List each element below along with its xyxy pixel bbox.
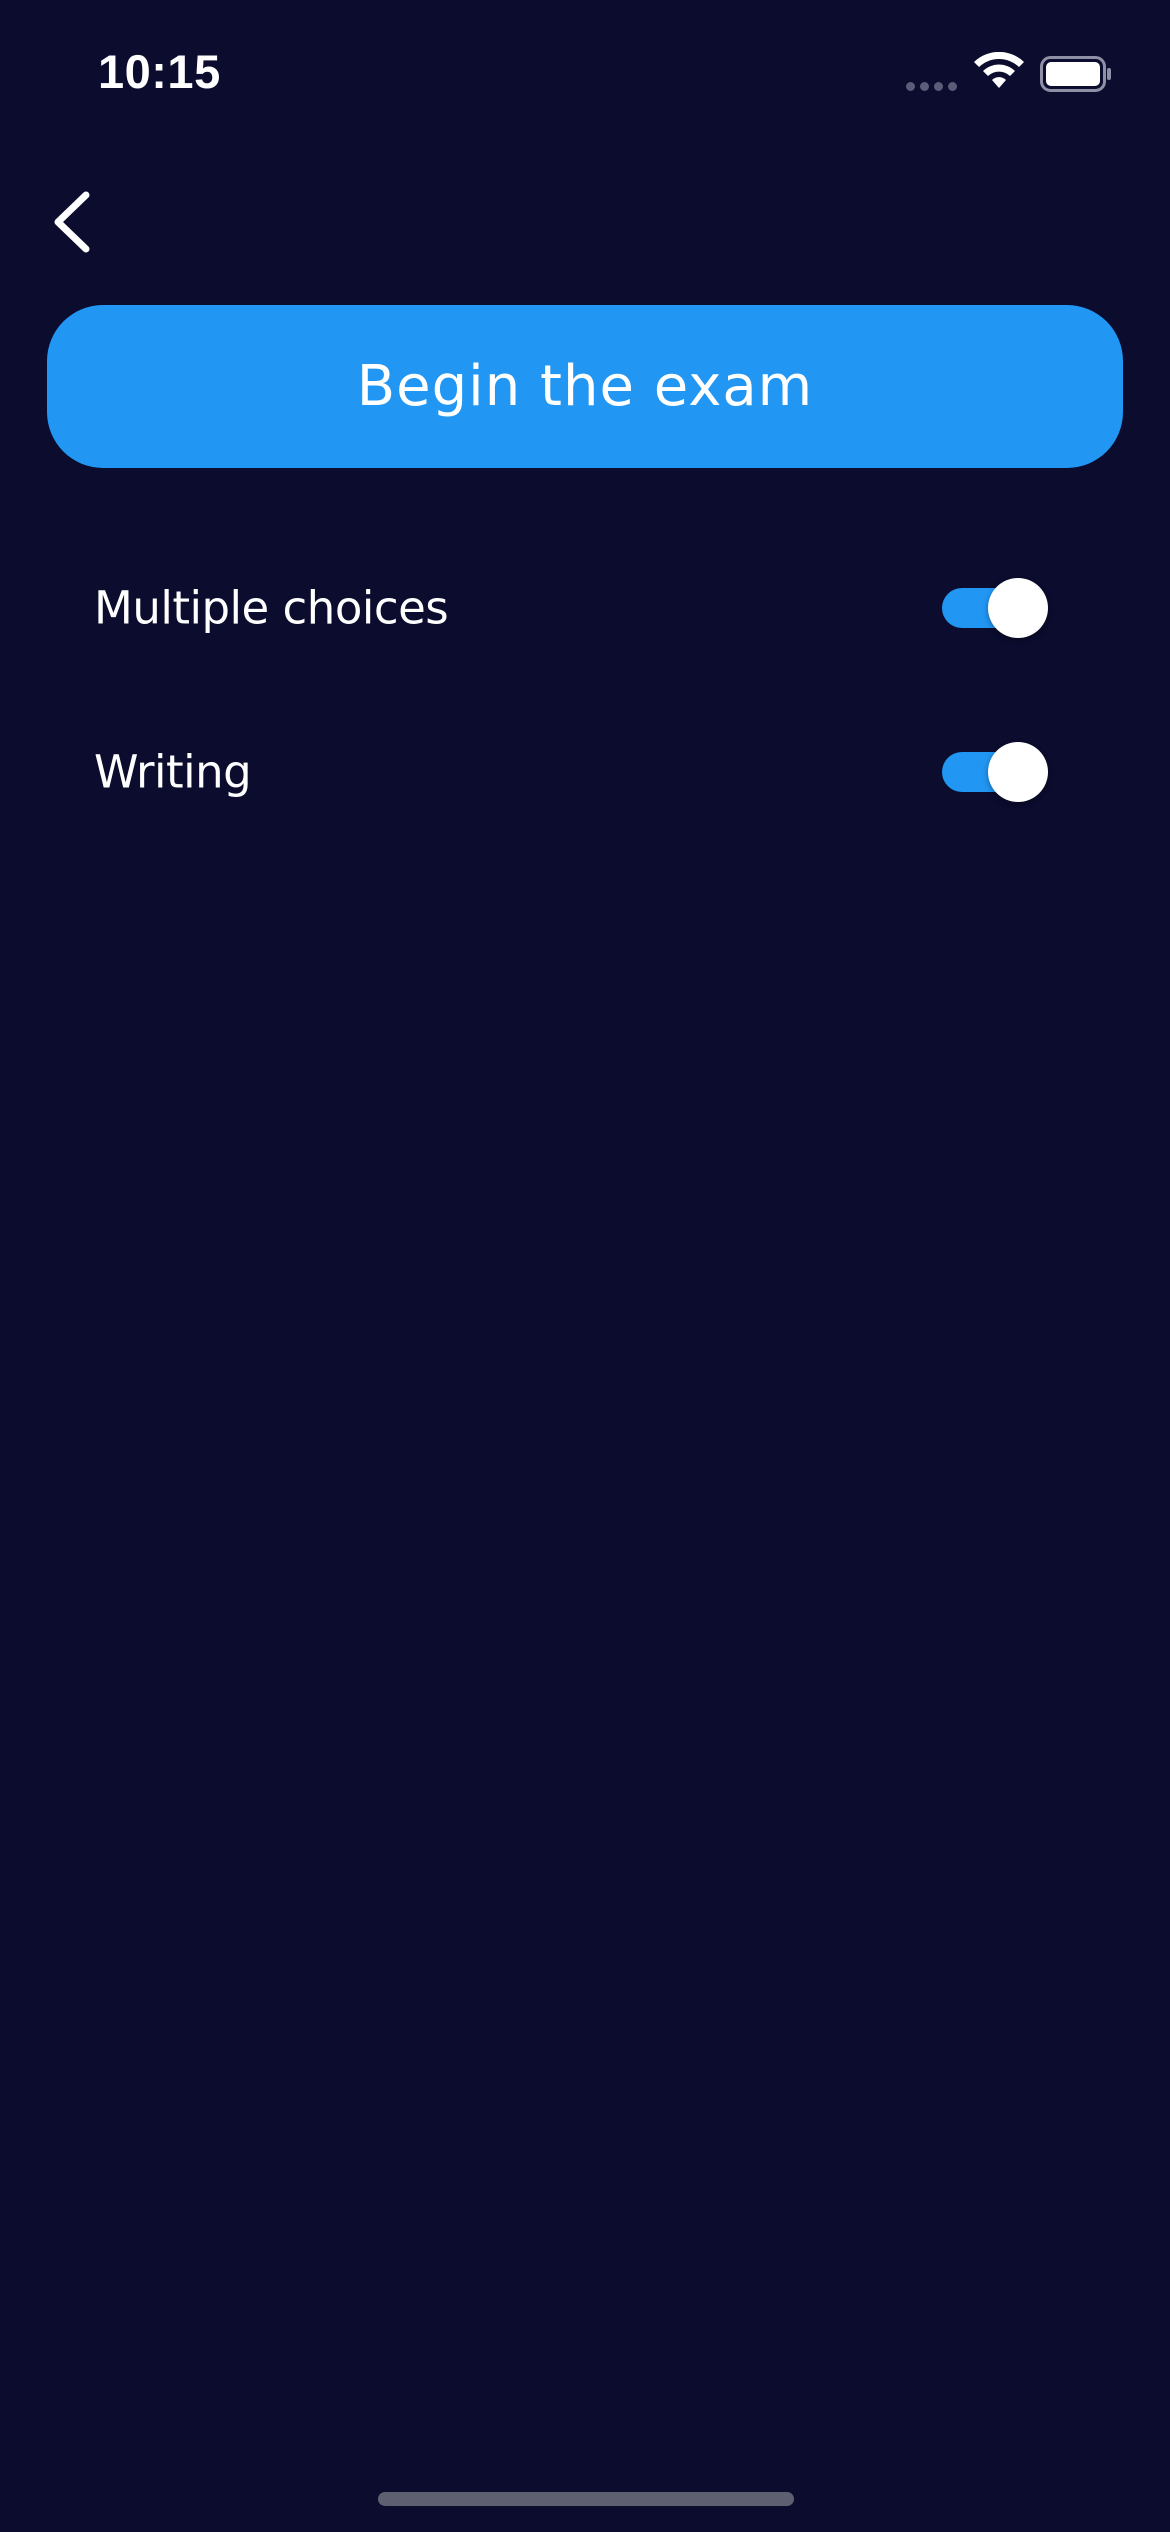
wifi-icon: [974, 52, 1024, 88]
home-indicator[interactable]: [378, 2492, 794, 2506]
status-time: 10:15: [98, 45, 221, 98]
battery-icon: [1040, 56, 1111, 92]
status-bar: 10:15: [0, 0, 1170, 150]
chevron-left-icon: [54, 191, 90, 253]
signal-icon: [906, 82, 960, 92]
back-button[interactable]: [36, 186, 108, 258]
toggle-knob: [988, 578, 1048, 638]
multiple-choices-toggle[interactable]: [942, 578, 1048, 638]
writing-toggle[interactable]: [942, 742, 1048, 802]
toggle-knob: [988, 742, 1048, 802]
begin-exam-button[interactable]: Begin the exam: [47, 305, 1123, 468]
setting-label: Multiple choices: [94, 581, 449, 635]
setting-label: Writing: [94, 745, 252, 799]
setting-row-multiple-choices: Multiple choices: [0, 548, 1170, 668]
setting-row-writing: Writing: [0, 712, 1170, 832]
